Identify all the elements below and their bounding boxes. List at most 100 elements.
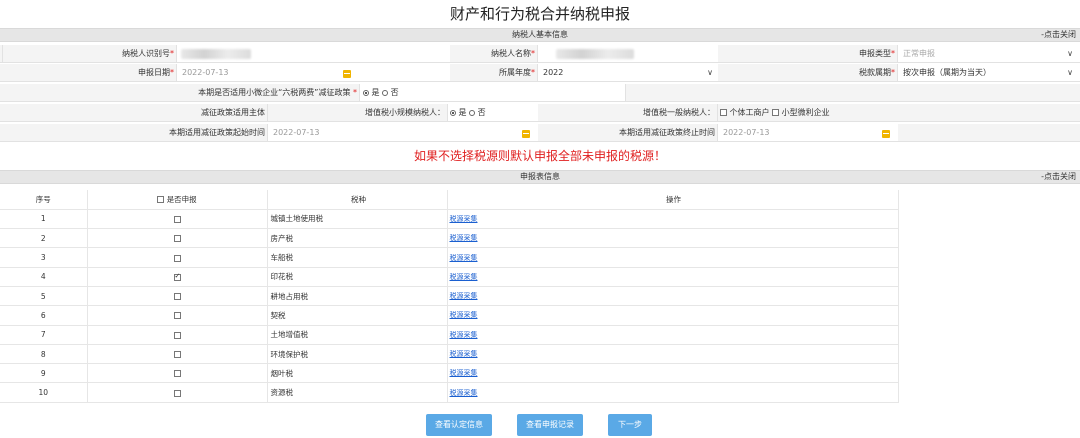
taxpayer-name-field[interactable] [538,45,718,63]
period-select[interactable]: 按次申报（属期为当天） ∨ [900,65,1076,81]
view-auth-info-button[interactable]: 查看认定信息 [426,414,492,436]
header-tax: 税种 [267,190,448,210]
header-no: 序号 [0,190,88,210]
declare-date-input[interactable]: 2022-07-13 [178,66,348,80]
period-value: 按次申报（属期为当天） [903,68,991,77]
vat-small-yes-radio[interactable] [450,109,456,116]
row-tax-name: 车船税 [267,247,448,268]
row-no: 5 [0,286,88,307]
basic-info-section-bar[interactable]: 纳税人基本信息 -点击关闭 [0,28,1080,42]
period-cell: 按次申报（属期为当天） ∨ [898,64,1080,82]
micro-checkbox[interactable] [772,109,780,116]
source-collect-link[interactable]: 税源采集 [450,273,478,281]
view-declare-record-button[interactable]: 查看申报记录 [517,414,583,436]
row-tax-name: 烟叶税 [267,363,448,384]
header-declare: 是否申报 [87,190,268,210]
next-step-button[interactable]: 下一步 [608,414,652,436]
chevron-down-icon: ∨ [707,68,713,77]
row-declare-checkbox[interactable] [173,254,181,262]
source-collect-link[interactable]: 税源采集 [450,234,478,242]
row-no: 9 [0,363,88,384]
end-date-input[interactable]: 2022-07-13 [719,126,879,140]
tax-table: 序号 是否申报 税种 操作 1 城镇土地使用税 税源采集 2 房产税 税源采集 … [0,190,899,403]
row-declare-checkbox[interactable] [173,293,181,301]
calendar-icon[interactable] [343,70,351,78]
individual-checkbox[interactable] [720,109,727,116]
source-collect-link[interactable]: 税源采集 [450,389,478,397]
row-no: 3 [0,247,88,268]
table-row: 10 资源税 税源采集 [0,382,899,403]
vat-small-label: 增值税小规模纳税人： [268,104,448,122]
vat-small-radio-group: 是 否 [448,104,538,122]
taxpayer-name-redacted [556,49,634,59]
small-biz-yes-radio[interactable] [363,89,369,96]
table-row: 1 城镇土地使用税 税源采集 [0,209,899,230]
chevron-down-icon: ∨ [1067,68,1073,77]
row-declare-checkbox[interactable] [173,351,181,359]
row-tax-name: 印花税 [267,267,448,287]
small-biz-yes-label: 是 [371,88,380,97]
source-collect-link[interactable]: 税源采集 [450,369,478,377]
year-select[interactable]: 2022 ∨ [540,65,716,81]
row-no: 8 [0,344,88,365]
vat-small-yes-label: 是 [458,108,467,117]
row-declare-checkbox[interactable] [173,389,181,397]
form-collapse-link[interactable]: -点击关闭 [1041,171,1076,183]
declare-type-cell: 正常申报 ∨ [898,45,1080,63]
row-declare-checkbox[interactable] [173,331,181,339]
row-declare-checkbox[interactable] [173,215,181,223]
start-date-input[interactable]: 2022-07-13 [269,126,519,140]
end-date-cell: 2022-07-13 [718,124,898,142]
small-biz-no-label: 否 [390,88,399,97]
select-all-checkbox[interactable] [157,196,165,204]
table-row: 9 烟叶税 税源采集 [0,363,899,384]
small-biz-question-label: 本期是否适用小微企业“六税两费”减征政策 * [0,84,360,102]
calendar-icon[interactable] [522,130,530,138]
micro-label: 小型微利企业 [781,108,830,117]
calendar-icon[interactable] [882,130,890,138]
declare-date-label: 申报日期* [0,64,177,82]
small-biz-radio-group: 是 否 [360,84,626,102]
source-collect-link[interactable]: 税源采集 [450,215,478,223]
chevron-down-icon: ∨ [1067,49,1073,58]
source-collect-link[interactable]: 税源采集 [450,350,478,358]
small-biz-no-radio[interactable] [382,89,389,96]
row-declare-checkbox[interactable] [173,272,181,281]
row-no: 7 [0,325,88,345]
row-no: 4 [0,267,88,287]
year-cell: 2022 ∨ [538,64,718,82]
declare-date-cell: 2022-07-13 [177,64,450,82]
row5-filler [898,124,1080,142]
form-section-bar[interactable]: 申报表信息 -点击关闭 [0,170,1080,184]
row-declare-checkbox[interactable] [173,370,181,378]
end-date-label: 本期适用减征政策终止时间 [538,124,718,142]
row-declare-checkbox[interactable] [173,235,181,243]
basic-info-collapse-link[interactable]: -点击关闭 [1041,29,1076,41]
notice-text: 如果不选择税源则默认申报全部未申报的税源！ [413,149,666,163]
table-row: 5 耕地占用税 税源采集 [0,286,899,307]
declare-type-value: 正常申报 [903,49,935,58]
header-op: 操作 [447,190,899,210]
vat-general-label: 增值税一般纳税人： [538,104,718,122]
taxpayer-name-label: 纳税人名称* [450,45,538,63]
source-collect-link[interactable]: 税源采集 [450,311,478,319]
taxpayer-id-redacted [181,49,251,59]
year-label: 所属年度* [450,64,538,82]
vat-small-no-label: 否 [477,108,486,117]
source-collect-link[interactable]: 税源采集 [450,331,478,339]
vat-small-no-radio[interactable] [469,109,476,116]
row-tax-name: 契税 [267,305,448,326]
declare-type-label: 申报类型* [718,45,898,63]
row-tax-name: 资源税 [267,382,448,403]
source-collect-link[interactable]: 税源采集 [450,292,478,300]
header-declare-label: 是否申报 [166,194,197,204]
row3-filler [626,84,1080,102]
source-collect-link[interactable]: 税源采集 [450,254,478,262]
declare-type-select[interactable]: 正常申报 ∨ [900,46,1076,62]
subject-label: 减征政策适用主体 [0,104,268,122]
row-no: 6 [0,305,88,326]
row-declare-checkbox[interactable] [173,312,181,320]
individual-label: 个体工商户 [729,108,770,117]
row-no: 10 [0,382,88,403]
table-row: 8 环境保护税 税源采集 [0,344,899,365]
